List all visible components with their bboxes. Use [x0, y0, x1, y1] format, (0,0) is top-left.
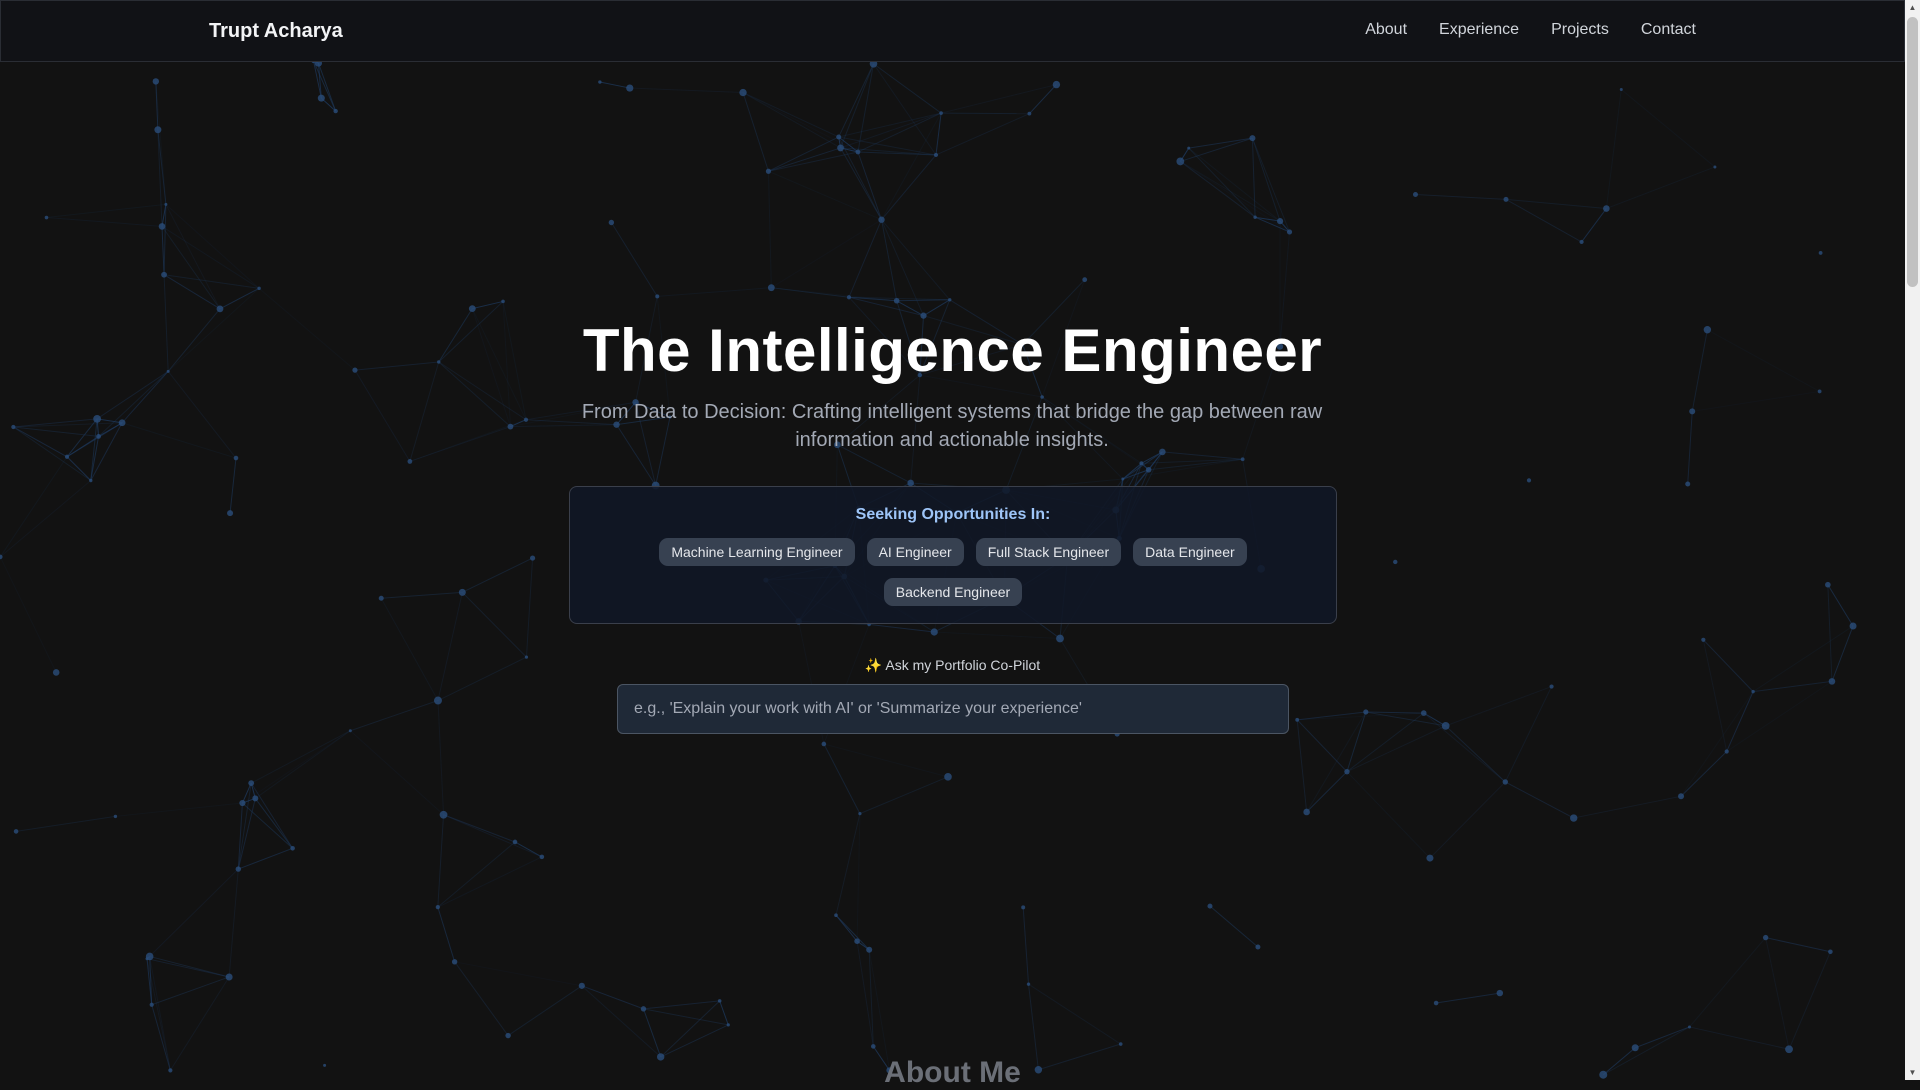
role-tags: Machine Learning Engineer AI Engineer Fu… — [643, 538, 1263, 606]
nav-links: About Experience Projects Contact — [1365, 21, 1696, 39]
scroll-thumb[interactable] — [1907, 17, 1918, 287]
hero-section: The Intelligence Engineer From Data to D… — [0, 0, 1905, 1080]
top-navbar: Trupt Acharya About Experience Projects … — [0, 0, 1905, 62]
scroll-up-arrow-icon[interactable]: ▲ — [1905, 0, 1920, 15]
nav-link-projects[interactable]: Projects — [1551, 21, 1609, 39]
copilot-query-input[interactable] — [617, 684, 1289, 734]
hero-subtitle: From Data to Decision: Crafting intellig… — [570, 398, 1334, 454]
hero-title: The Intelligence Engineer — [0, 316, 1905, 385]
copilot-label: ✨ Ask my Portfolio Co-Pilot — [0, 657, 1905, 674]
opportunities-card: Seeking Opportunities In: Machine Learni… — [569, 486, 1337, 624]
about-section-heading: About Me — [0, 1056, 1905, 1090]
page-scrollbar[interactable]: ▲ ▼ — [1905, 0, 1920, 1080]
role-tag-ai-engineer: AI Engineer — [867, 538, 964, 566]
role-tag-ml-engineer: Machine Learning Engineer — [659, 538, 854, 566]
role-tag-full-stack-engineer: Full Stack Engineer — [976, 538, 1121, 566]
nav-link-contact[interactable]: Contact — [1641, 21, 1696, 39]
role-tag-backend-engineer: Backend Engineer — [884, 578, 1022, 606]
scroll-down-arrow-icon[interactable]: ▼ — [1905, 1065, 1920, 1080]
nav-link-about[interactable]: About — [1365, 21, 1407, 39]
role-tag-data-engineer: Data Engineer — [1133, 538, 1247, 566]
nav-link-experience[interactable]: Experience — [1439, 21, 1519, 39]
opportunities-heading: Seeking Opportunities In: — [570, 506, 1336, 524]
brand-name[interactable]: Trupt Acharya — [209, 20, 343, 43]
